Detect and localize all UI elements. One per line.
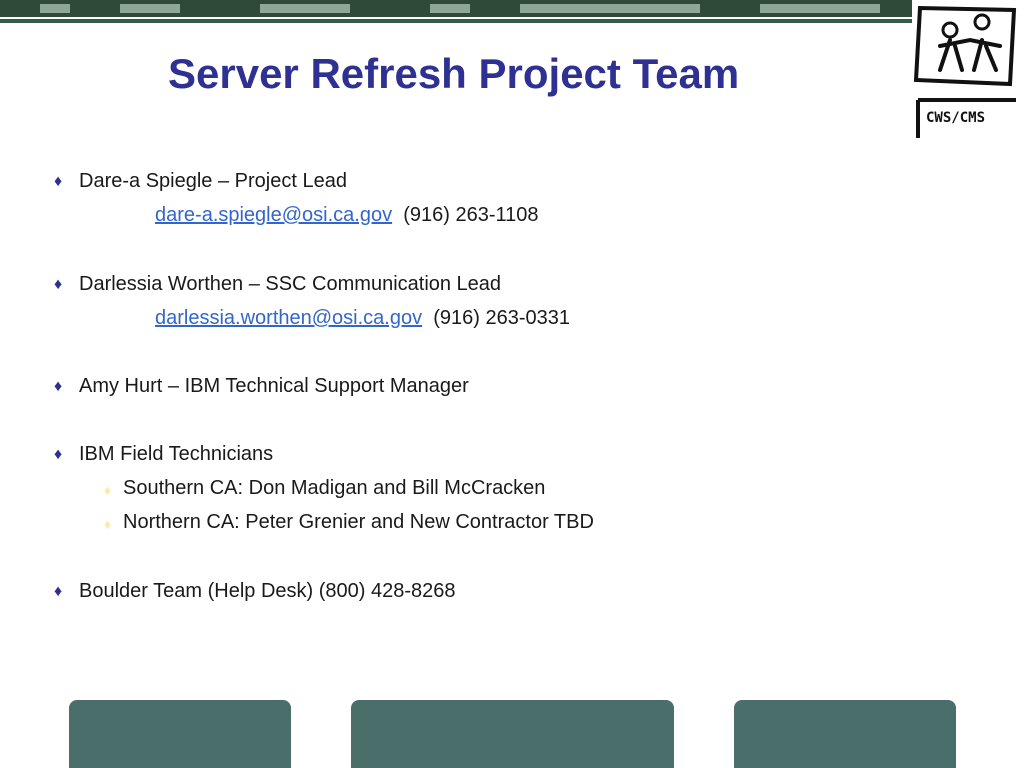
bullet-icon: ♦ [54, 583, 63, 600]
footer-tab-center [351, 700, 674, 768]
phone-number: (916) 263-0331 [433, 307, 571, 329]
list-item: Dare-a Spiegle – Project Lead [79, 170, 347, 192]
list-item: Amy Hurt – IBM Technical Support Manager [79, 375, 469, 397]
sub-bullet-icon: ♦ [104, 482, 112, 498]
bullet-icon: ♦ [54, 446, 63, 463]
email-link[interactable]: darlessia.worthen@osi.ca.gov [155, 307, 422, 329]
list-item: IBM Field Technicians [79, 443, 274, 465]
footer-tab-left [69, 700, 291, 768]
bullet-icon: ♦ [54, 276, 63, 293]
sub-list-item: Southern CA: Don Madigan and Bill McCrac… [123, 477, 546, 499]
contact-line: darlessia.worthen@osi.ca.gov (916) 263-0… [155, 307, 570, 330]
logo-label: CWS/CMS [926, 110, 986, 126]
header-rule [0, 19, 912, 23]
list-item: Boulder Team (Help Desk) (800) 428-8268 [79, 580, 456, 602]
bullet-icon: ♦ [54, 378, 63, 395]
sub-list-item: Northern CA: Peter Grenier and New Contr… [123, 511, 594, 533]
bullet-icon: ♦ [54, 173, 63, 190]
contact-line: dare-a.spiegle@osi.ca.gov (916) 263-1108 [155, 204, 539, 227]
sub-bullet-icon: ♦ [104, 516, 112, 532]
phone-number: (916) 263-1108 [403, 204, 539, 226]
page-title: Server Refresh Project Team [168, 50, 740, 97]
list-item: Darlessia Worthen – SSC Communication Le… [79, 273, 502, 295]
footer-tab-right [734, 700, 956, 768]
email-link[interactable]: dare-a.spiegle@osi.ca.gov [155, 204, 392, 226]
header-banner [0, 0, 912, 17]
